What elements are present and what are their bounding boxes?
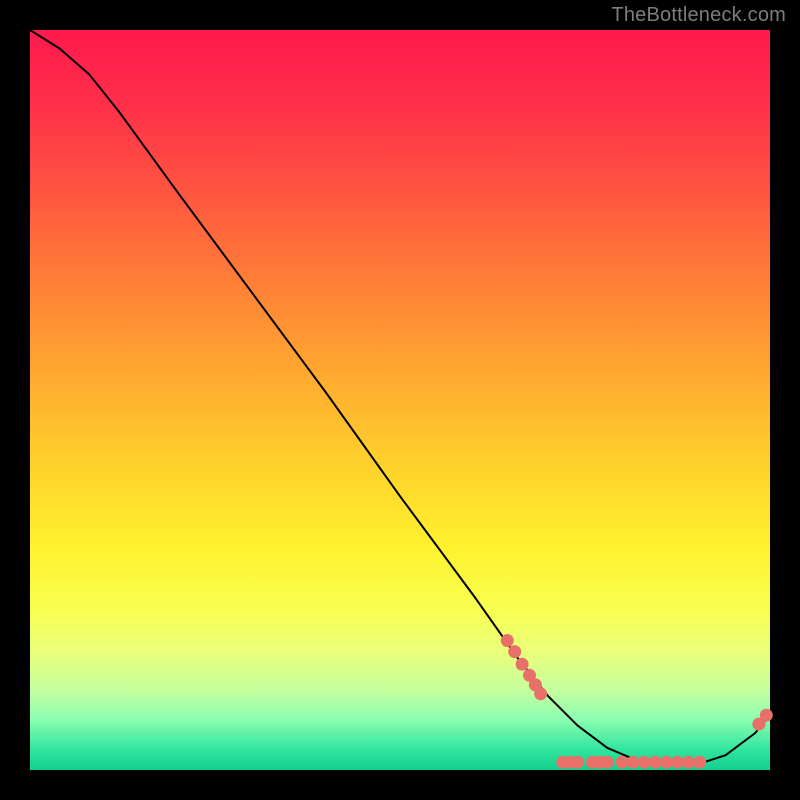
chart-overlay — [0, 0, 800, 800]
data-marker — [516, 658, 529, 671]
data-marker — [671, 756, 684, 769]
data-marker — [616, 756, 629, 769]
data-marker — [649, 756, 662, 769]
data-marker — [682, 756, 695, 769]
data-marker — [627, 756, 640, 769]
data-marker — [693, 756, 706, 769]
data-marker — [571, 756, 584, 769]
data-marker — [660, 756, 673, 769]
data-marker — [534, 687, 547, 700]
data-marker — [501, 634, 514, 647]
chart-stage: TheBottleneck.com — [0, 0, 800, 800]
curve-path — [30, 30, 770, 765]
data-marker — [508, 645, 521, 658]
data-marker — [638, 756, 651, 769]
data-marker — [760, 709, 773, 722]
watermark-text: TheBottleneck.com — [611, 4, 786, 27]
data-marker — [601, 756, 614, 769]
